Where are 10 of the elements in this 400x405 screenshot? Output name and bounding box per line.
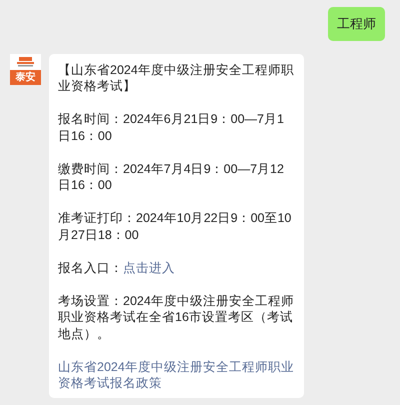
entry-link[interactable]: 点击进入 (123, 260, 175, 274)
message-text: 缴费时间：2024年7月4日9：00—7月12日16：00 (58, 160, 285, 194)
message-text: 报名时间：2024年6月21日9：00—7月1日16：00 (58, 111, 285, 144)
message-text: 报名入口：点击进入 (58, 260, 176, 276)
avatar-logo: 泰安 (10, 54, 41, 84)
message-text: 考场设置：2024年度中级注册安全工程师职业资格考试在全省16市设置考区（考试地点）。 (58, 292, 295, 342)
message-text: 【山东省2024年度中级注册安全工程师职业资格考试】 (58, 62, 295, 94)
policy-link[interactable]: 山东省2024年度中级注册安全工程师职业资格考试报名政策 (58, 358, 295, 392)
message-bubble: 工程师 (328, 7, 385, 40)
message-text: 准考证打印：2024年10月22日9：00至10月27日18：00 (58, 210, 292, 243)
